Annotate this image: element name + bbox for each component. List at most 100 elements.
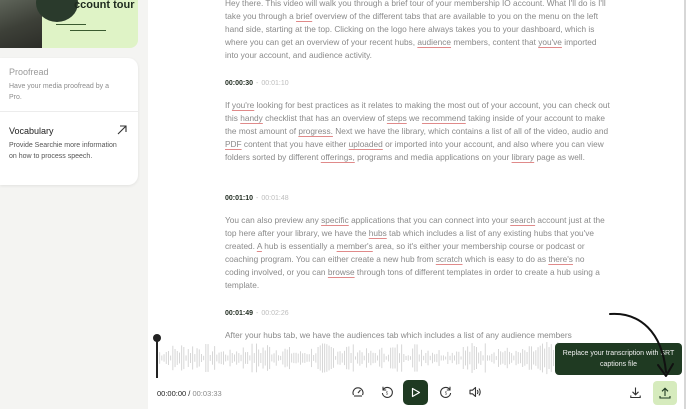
tour-play-icon[interactable] [36,0,78,22]
waveform-bar [363,355,365,361]
flagged-word[interactable]: recommend [422,113,466,123]
waveform-bar [447,351,449,364]
waveform-bar [275,350,277,366]
flagged-word[interactable]: steps [387,113,407,123]
waveform-bar [207,344,209,372]
waveform-bar [390,347,392,369]
sidebar-panel: Proofread Have your media proofread by a… [0,58,138,185]
rewind-button[interactable]: 5 [379,384,395,400]
waveform-bar [196,348,198,368]
playhead[interactable] [156,338,158,378]
download-button[interactable] [627,384,643,400]
waveform-bar [236,351,238,365]
waveform-bar [379,349,381,367]
timestamp[interactable]: 00:01:49-00:02:26 [225,310,289,317]
flagged-word[interactable]: you've [538,37,562,47]
transcript-text: we [406,113,422,123]
flagged-word[interactable]: PDF [225,139,242,149]
play-button[interactable] [403,380,428,405]
waveform-bar [286,349,288,367]
transcript-text: hub is essentially a [261,241,337,251]
waveform-bar [513,355,515,361]
waveform-bar [273,353,275,363]
waveform-bar [491,353,493,363]
waveform-bar [506,347,508,369]
transcript-text: members, content that [451,37,539,47]
waveform-bar [198,349,200,367]
account-tour-card[interactable]: ccount tour [0,0,138,48]
flagged-word[interactable]: member's [337,241,373,251]
waveform-bar [480,351,482,365]
waveform-bar [423,355,425,361]
flagged-word[interactable]: there's [548,254,573,264]
flagged-word[interactable]: specific [321,215,349,225]
timestamp-start: 00:00:30 [225,80,254,87]
waveform-bar [317,347,319,369]
waveform-bar [352,344,354,372]
waveform-bar [159,352,161,364]
arrow-up-right-icon[interactable] [116,124,128,136]
transcript-paragraph[interactable]: Hey there. This video will walk you thro… [225,0,610,62]
waveform-bar [443,355,444,361]
waveform-bar [418,354,420,362]
flagged-word[interactable]: scratch [436,254,463,264]
timestamp-end: 00:01:48 [261,195,289,202]
volume-button[interactable] [467,384,483,400]
speed-icon [352,387,364,397]
divider [0,111,138,112]
flagged-word[interactable]: library [512,152,535,162]
waveform-bar [357,352,359,364]
waveform-bar [498,349,499,367]
waveform-bar [216,354,218,362]
waveform-bar [399,353,400,363]
flagged-word[interactable]: search [510,215,535,225]
transcript-text: Next we have the library, which contains… [332,126,609,136]
waveform-bar [366,348,367,368]
flagged-word[interactable]: audience [417,37,451,47]
transcript-paragraph[interactable]: If you're looking for best practices as … [225,99,610,164]
waveform-bar [528,346,530,370]
timestamp[interactable]: 00:01:10-00:01:48 [225,195,289,202]
waveform-bar [502,352,504,364]
flagged-word[interactable]: progress. [298,126,333,136]
waveform-bar [344,350,345,366]
waveform-bar [326,344,328,372]
waveform-bar [335,356,337,360]
flagged-word[interactable]: handy [240,113,263,123]
waveform-bar [218,352,220,364]
waveform-bar [240,354,242,362]
playhead-handle[interactable] [153,334,161,342]
audio-waveform[interactable] [155,336,585,380]
waveform-bar [454,355,455,361]
flagged-word[interactable]: brief [296,11,312,21]
speed-button[interactable] [350,384,366,400]
flagged-word[interactable]: you're [232,100,254,110]
waveform-bar [306,354,308,362]
scrollbar[interactable] [684,0,686,409]
flagged-word[interactable]: browse [328,267,355,277]
flagged-word[interactable]: uploaded [349,139,383,149]
flagged-word[interactable]: hubs [369,228,387,238]
waveform-bar [537,347,539,369]
waveform-bar [427,350,429,366]
transcript-paragraph[interactable]: You can also preview any specific applic… [225,214,610,292]
waveform-bar [229,349,231,367]
waveform-bar [377,355,378,361]
forward-button[interactable]: 5 [438,384,454,400]
flagged-word[interactable]: offerings, [321,152,355,162]
timestamp[interactable]: 00:00:30-00:01:10 [225,80,289,87]
waveform-bar [311,348,312,368]
timestamp-end: 00:01:10 [261,80,289,87]
waveform-bar [374,353,376,363]
waveform-bar [469,351,471,365]
upload-srt-button[interactable] [653,381,677,405]
waveform-bar [359,350,361,366]
waveform-bar [225,354,227,362]
waveform-bar [187,349,189,367]
waveform-bar [515,350,517,366]
waveform-bar [476,347,477,369]
waveform-bar [383,353,385,363]
waveform-bar [278,355,279,361]
waveform-bar [535,350,537,366]
rewind-5-icon: 5 [381,386,393,398]
